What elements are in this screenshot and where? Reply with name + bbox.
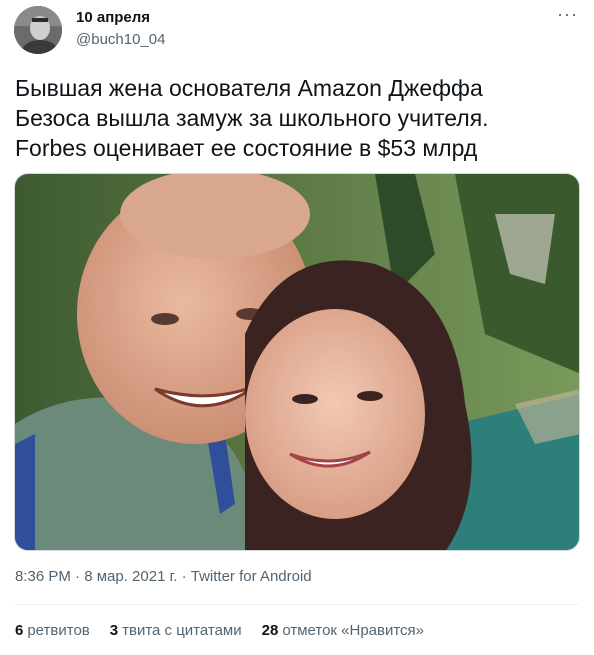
retweets-stat[interactable]: 6 ретвитов [15, 622, 90, 639]
author-handle[interactable]: @buch10_04 [76, 31, 165, 48]
likes-stat[interactable]: 28 отметок «Нравится» [262, 622, 424, 639]
likes-count: 28 [261, 622, 279, 639]
tweet-photo[interactable] [14, 173, 580, 551]
author-name[interactable]: 10 апреля [76, 9, 150, 26]
tweet-stats: 6 ретвитов 3 твита с цитатами 28 отметок «Н… [15, 622, 424, 639]
retweets-label: ретвитов [27, 622, 90, 639]
photo-icon [15, 174, 579, 550]
tweet-date[interactable]: 8 мар. 2021 г. [84, 568, 177, 585]
tweet-time[interactable]: 8:36 PM [15, 568, 71, 585]
more-options-icon[interactable]: ··· [557, 4, 578, 25]
quotes-label: твита с цитатами [122, 622, 242, 639]
tweet-text: Бывшая жена основателя Amazon Джеффа Без… [15, 75, 489, 161]
divider [15, 604, 579, 605]
meta-separator: · [177, 568, 191, 585]
meta-separator: · [70, 568, 85, 585]
tweet: 10 апреля @buch10_04 ··· Бывшая жена осн… [0, 0, 594, 655]
tweet-source[interactable]: Twitter for Android [191, 568, 312, 585]
tweet-meta: 8:36 PM · 8 мар. 2021 г. · Twitter for A… [15, 568, 312, 585]
quotes-stat[interactable]: 3 твита с цитатами [110, 622, 242, 639]
likes-label: отметок «Нравится» [282, 622, 425, 639]
quotes-count: 3 [109, 622, 119, 639]
retweets-count: 6 [15, 622, 24, 639]
avatar-photo [14, 6, 62, 54]
user-avatar-icon[interactable] [14, 6, 62, 54]
